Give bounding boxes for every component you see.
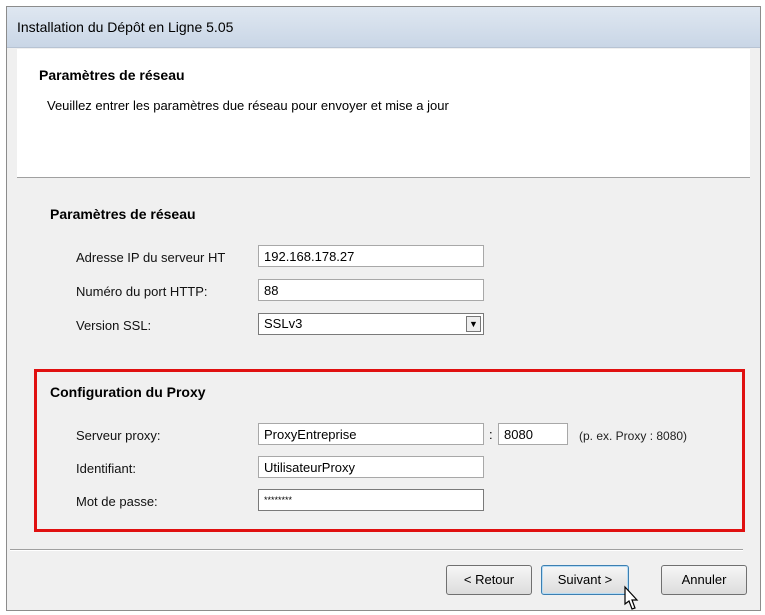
port-separator: : xyxy=(489,427,493,442)
proxy-password-label: Mot de passe: xyxy=(76,494,158,509)
wizard-header: Paramètres de réseau Veuillez entrer les… xyxy=(17,49,750,178)
ssl-select[interactable]: SSLv3 ▼ xyxy=(258,313,484,335)
proxy-port-input[interactable] xyxy=(498,423,568,445)
next-button[interactable]: Suivant > xyxy=(541,565,629,595)
back-button[interactable]: < Retour xyxy=(446,565,532,595)
network-group-title: Paramètres de réseau xyxy=(50,206,196,222)
port-input[interactable] xyxy=(258,279,484,301)
proxy-password-input[interactable] xyxy=(258,489,484,511)
header-description: Veuillez entrer les paramètres due résea… xyxy=(47,98,449,113)
ip-label: Adresse IP du serveur HT xyxy=(76,250,226,265)
title-bar[interactable]: Installation du Dépôt en Ligne 5.05 xyxy=(7,7,760,48)
proxy-port-hint: (p. ex. Proxy : 8080) xyxy=(579,429,688,443)
proxy-server-label: Serveur proxy: xyxy=(76,428,161,443)
proxy-group-title: Configuration du Proxy xyxy=(50,384,206,400)
mouse-pointer-icon xyxy=(624,585,639,610)
window-title: Installation du Dépôt en Ligne 5.05 xyxy=(17,19,234,35)
proxy-user-label: Identifiant: xyxy=(76,461,136,476)
ssl-select-value: SSLv3 xyxy=(264,316,303,331)
header-title: Paramètres de réseau xyxy=(39,67,185,83)
ssl-label: Version SSL: xyxy=(76,318,152,333)
proxy-server-input[interactable] xyxy=(258,423,484,445)
proxy-user-input[interactable] xyxy=(258,456,484,478)
chevron-down-icon[interactable]: ▼ xyxy=(466,316,481,332)
ip-input[interactable] xyxy=(258,245,484,267)
footer-divider xyxy=(10,549,743,551)
cancel-button[interactable]: Annuler xyxy=(661,565,747,595)
port-label: Numéro du port HTTP: xyxy=(76,284,208,299)
